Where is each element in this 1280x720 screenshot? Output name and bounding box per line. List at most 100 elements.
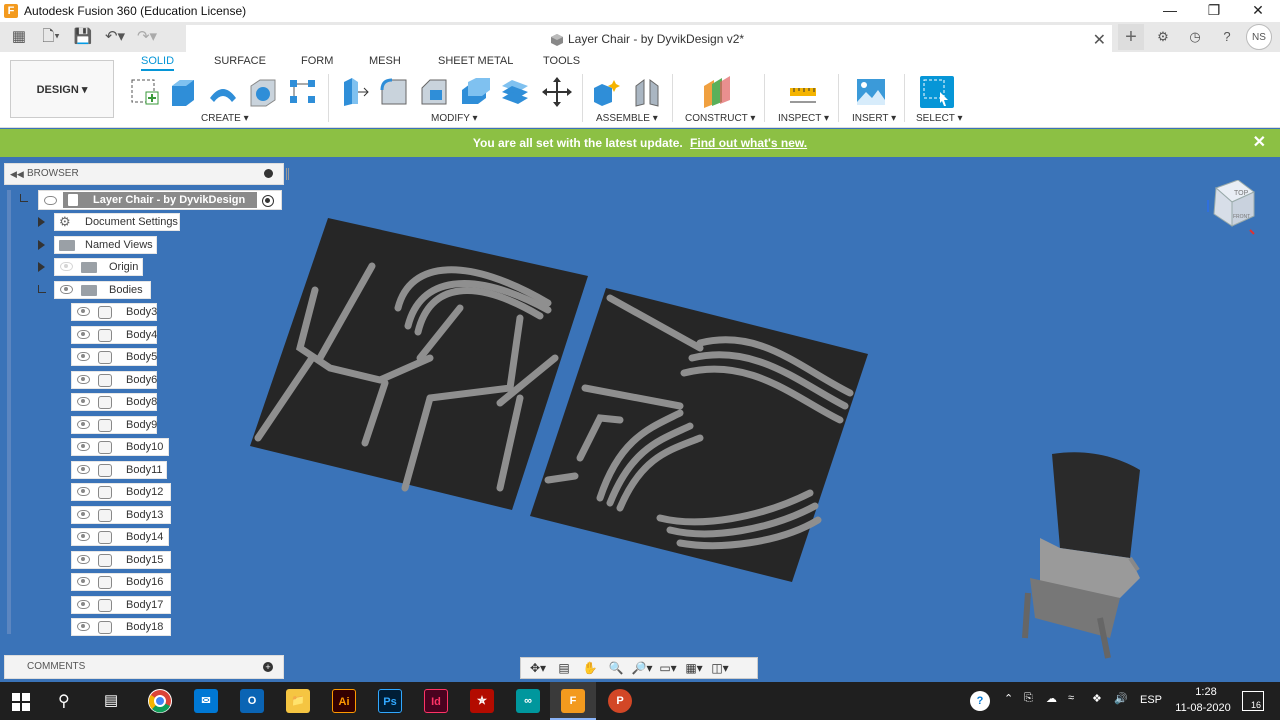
visibility-eye-icon[interactable]	[44, 196, 57, 205]
whats-new-link[interactable]: Find out what's new.	[690, 136, 807, 150]
visibility-eye-icon[interactable]	[77, 622, 90, 631]
visibility-eye-icon[interactable]	[60, 285, 73, 294]
combine-icon[interactable]	[498, 76, 532, 108]
create-sketch-icon[interactable]	[128, 76, 162, 108]
pattern-icon[interactable]	[286, 76, 320, 108]
zoom-icon[interactable]: 🔍	[605, 659, 627, 677]
close-window-button[interactable]: ✕	[1236, 0, 1280, 22]
fit-icon[interactable]: 🔎▾	[631, 659, 653, 677]
file-menu-icon[interactable]: 🗋▾	[38, 26, 64, 48]
dropbox-icon[interactable]: ❖	[1092, 692, 1102, 705]
tree-origin[interactable]: Origin	[54, 258, 143, 276]
tab-sheet-metal[interactable]: SHEET METAL	[438, 55, 513, 67]
hole-icon[interactable]	[246, 76, 280, 108]
file-explorer-taskbar-icon[interactable]: 📁	[286, 689, 310, 713]
joint-icon[interactable]	[630, 76, 664, 108]
tree-body-item[interactable]: Body4	[71, 325, 157, 344]
construct-menu[interactable]: CONSTRUCT ▾	[685, 113, 755, 124]
powerpoint-taskbar-icon[interactable]: P	[608, 689, 632, 713]
undo-icon[interactable]: ↶▾	[102, 26, 128, 48]
redo-icon[interactable]: ↷▾	[134, 26, 160, 48]
help-icon[interactable]: ?	[1214, 24, 1240, 50]
add-comment-icon[interactable]: +	[263, 662, 273, 672]
job-status-icon[interactable]: ◷	[1182, 24, 1208, 50]
pan-icon[interactable]: ✋	[579, 659, 601, 677]
user-avatar[interactable]: NS	[1246, 24, 1272, 50]
network-icon[interactable]: ⎘	[1024, 692, 1033, 705]
tree-body-item[interactable]: Body6	[71, 370, 157, 389]
volume-icon[interactable]: 🔊	[1114, 692, 1128, 705]
outlook-taskbar-icon[interactable]: O	[240, 689, 264, 713]
search-icon[interactable]: ⚲	[58, 691, 70, 711]
select-tool-icon[interactable]	[920, 76, 954, 108]
create-menu[interactable]: CREATE ▾	[201, 113, 249, 124]
tab-solid[interactable]: SOLID	[141, 55, 175, 71]
modify-menu[interactable]: MODIFY ▾	[431, 113, 478, 124]
acrobat-taskbar-icon[interactable]: ✮	[470, 689, 494, 713]
tab-tools[interactable]: TOOLS	[543, 55, 580, 67]
windows-start-icon[interactable]	[12, 693, 30, 711]
extensions-icon[interactable]: ⚙	[1150, 24, 1176, 50]
visibility-eye-icon[interactable]	[77, 307, 90, 316]
tree-body-item[interactable]: Body9	[71, 415, 157, 434]
tree-body-item[interactable]: Body12	[71, 483, 171, 501]
tree-body-item[interactable]: Body16	[71, 573, 171, 591]
hidden-eye-icon[interactable]	[60, 262, 73, 271]
tree-body-item[interactable]: Body17	[71, 595, 171, 614]
comments-panel[interactable]: COMMENTS +	[4, 655, 284, 679]
assemble-menu[interactable]: ASSEMBLE ▾	[596, 113, 658, 124]
tree-body-item[interactable]: Body3	[71, 303, 157, 321]
visibility-eye-icon[interactable]	[77, 352, 90, 361]
visibility-eye-icon[interactable]	[77, 419, 90, 429]
look-at-icon[interactable]: ▤	[553, 659, 575, 677]
illustrator-taskbar-icon[interactable]: Ai	[332, 689, 356, 713]
tree-named-views[interactable]: Named Views	[54, 236, 157, 254]
close-notification-icon[interactable]: ✕	[1253, 129, 1266, 157]
grid-settings-icon[interactable]: ▦▾	[683, 659, 705, 677]
expand-document-settings-icon[interactable]	[38, 217, 45, 227]
visibility-eye-icon[interactable]	[77, 554, 90, 564]
tree-body-item[interactable]: Body8	[71, 393, 157, 411]
move-icon[interactable]	[540, 76, 574, 108]
browser-root-node[interactable]: Layer Chair - by DyvikDesign ...	[38, 190, 282, 222]
clock-time[interactable]: 1:28	[1176, 686, 1236, 698]
display-settings-icon[interactable]: ▭▾	[657, 659, 679, 677]
tree-body-item[interactable]: Body15	[71, 550, 171, 569]
tree-bodies[interactable]: Bodies	[54, 281, 151, 299]
wifi-icon[interactable]: ≈	[1068, 692, 1074, 704]
chamfer-icon[interactable]	[418, 76, 452, 108]
select-menu[interactable]: SELECT ▾	[916, 113, 963, 124]
press-pull-icon[interactable]	[338, 76, 372, 108]
visibility-eye-icon[interactable]	[77, 599, 90, 609]
orbit-icon[interactable]: ✥▾	[527, 659, 549, 677]
tab-mesh[interactable]: MESH	[369, 55, 401, 67]
indesign-taskbar-icon[interactable]: Id	[424, 689, 448, 713]
insert-menu[interactable]: INSERT ▾	[852, 113, 896, 124]
root-collapse-icon[interactable]	[20, 194, 28, 202]
tree-body-item[interactable]: Body5	[71, 348, 157, 366]
browser-minimize-icon[interactable]	[264, 169, 273, 178]
minimize-button[interactable]: —	[1148, 0, 1192, 22]
workspace-switcher[interactable]: DESIGN ▾	[10, 60, 114, 118]
viewcube[interactable]: TOP FRONT	[1206, 180, 1256, 240]
document-tab[interactable]: Layer Chair - by DyvikDesign v2* ✕	[186, 25, 1112, 52]
visibility-eye-icon[interactable]	[77, 532, 90, 541]
revolve-icon[interactable]	[206, 76, 240, 108]
language-indicator[interactable]: ESP	[1140, 694, 1162, 706]
visibility-eye-icon[interactable]	[77, 509, 90, 519]
tree-document-settings[interactable]: ⚙ Document Settings	[54, 213, 180, 231]
inspect-menu[interactable]: INSPECT ▾	[778, 113, 829, 124]
expand-origin-icon[interactable]	[38, 262, 45, 272]
arduino-taskbar-icon[interactable]: ∞	[516, 689, 540, 713]
activate-radio-icon[interactable]	[262, 195, 274, 207]
3d-viewport[interactable]	[0, 158, 1280, 682]
notification-center-icon[interactable]: 16	[1242, 691, 1264, 711]
help-tray-icon[interactable]: ?	[970, 691, 990, 711]
tree-body-item[interactable]: Body10	[71, 438, 169, 456]
cloud-icon[interactable]: ☁	[1046, 692, 1057, 705]
visibility-eye-icon[interactable]	[77, 374, 90, 384]
new-tab-icon[interactable]: +	[1118, 24, 1144, 50]
visibility-eye-icon[interactable]	[77, 464, 90, 474]
chrome-taskbar-icon[interactable]	[148, 689, 172, 713]
restore-button[interactable]: ❐	[1192, 0, 1236, 22]
